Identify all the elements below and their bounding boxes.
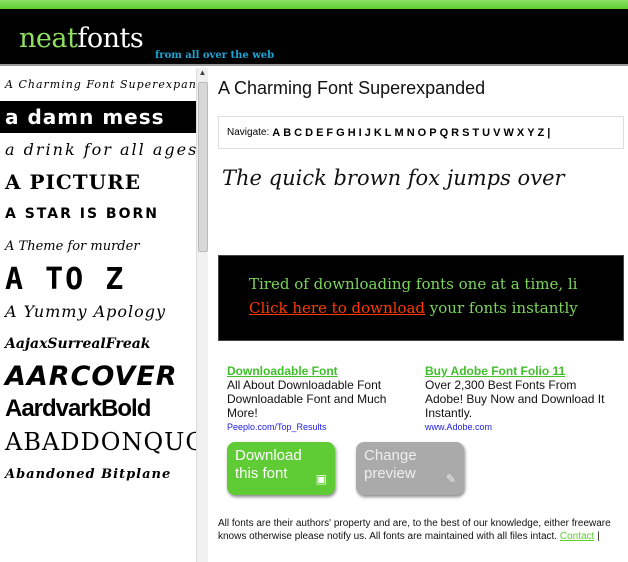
nav-letter-link[interactable]: W	[503, 127, 513, 139]
contact-link[interactable]: Contact	[560, 531, 594, 542]
footer: All fonts are their authors' property an…	[218, 518, 611, 542]
edit-icon: ✎	[445, 472, 456, 486]
ad-url[interactable]: www.Adobe.com	[425, 420, 617, 434]
ad-body: Over 2,300 Best Fonts From Adobe! Buy No…	[425, 378, 605, 420]
download-font-button[interactable]: Download this font ▣	[227, 442, 335, 495]
nav-letter-link[interactable]: D	[305, 127, 313, 139]
font-list-item[interactable]: A Charming Font Superexpanded	[0, 68, 196, 101]
font-list-item[interactable]: AardvarkBold	[0, 393, 196, 426]
ad-body: All About Downloadable Font Downloadable…	[227, 378, 387, 420]
ad-item: Buy Adobe Font Folio 11 Over 2,300 Best …	[425, 364, 623, 434]
scrollbar-thumb[interactable]	[198, 82, 208, 252]
font-list-item[interactable]: A TO Z	[0, 263, 196, 296]
nav-letter-link[interactable]: R	[451, 127, 459, 139]
nav-letter-link[interactable]: E	[316, 127, 323, 139]
promo-rest: your fonts instantly	[425, 299, 578, 317]
nav-letter-link[interactable]: T	[472, 127, 479, 139]
font-list: A Charming Font Superexpandeda damn mess…	[0, 68, 196, 562]
ad-title-link[interactable]: Buy Adobe Font Folio 11	[425, 364, 617, 378]
font-list-item[interactable]: ABADDONQUOT	[0, 426, 196, 459]
ads: Downloadable Font All About Downloadable…	[227, 364, 623, 434]
site-header: neatfonts from all over the web	[0, 9, 628, 66]
nav-letter-link[interactable]: L	[385, 127, 392, 139]
nav-letter-link[interactable]: |	[547, 127, 550, 139]
nav-letter-link[interactable]: Z	[538, 127, 545, 139]
nav-letter-link[interactable]: A	[272, 127, 280, 139]
navigate-label: Navigate:	[227, 127, 270, 138]
nav-letter-link[interactable]: I	[359, 127, 362, 139]
font-list-item[interactable]: a damn mess	[0, 100, 196, 133]
download-icon: ▣	[315, 472, 327, 486]
nav-letter-link[interactable]: B	[283, 127, 291, 139]
nav-letter-link[interactable]: Y	[527, 127, 534, 139]
nav-letter-link[interactable]: N	[407, 127, 415, 139]
nav-letter-link[interactable]: O	[418, 127, 427, 139]
promo-text: Tired of downloading fonts one at a time…	[249, 275, 578, 293]
font-list-item[interactable]: AARCOVER	[0, 361, 196, 394]
change-preview-button[interactable]: Change preview ✎	[356, 442, 464, 495]
nav-letter-link[interactable]: H	[348, 127, 356, 139]
nav-letter-link[interactable]: U	[482, 127, 490, 139]
font-list-item[interactable]: A Yummy Apology	[0, 296, 196, 329]
font-list-item[interactable]: a drink for all ages	[0, 133, 196, 166]
alphabet-navigation: Navigate: A B C D E F G H I J K L M N O P Q R S T U V W X Y Z |	[218, 116, 624, 149]
nav-letter-link[interactable]: G	[336, 127, 345, 139]
font-list-item[interactable]: A PICTURE	[0, 166, 196, 199]
nav-letter-link[interactable]: F	[326, 127, 333, 139]
logo[interactable]: neatfonts	[19, 23, 144, 54]
nav-letter-link[interactable]: P	[429, 127, 436, 139]
top-accent-bar	[0, 0, 628, 9]
page-title: A Charming Font Superexpanded	[218, 78, 486, 98]
ad-item: Downloadable Font All About Downloadable…	[227, 364, 425, 434]
font-preview: The quick brown fox jumps over	[222, 166, 565, 190]
nav-letter-link[interactable]: S	[462, 127, 469, 139]
font-list-item[interactable]: Abandoned Bitplane	[0, 458, 196, 491]
promo-banner: Tired of downloading fonts one at a time…	[218, 255, 624, 341]
font-list-item[interactable]: A Theme for murder	[0, 231, 196, 264]
tagline: from all over the web	[155, 50, 275, 61]
ad-url[interactable]: Peeplo.com/Top_Results	[227, 420, 419, 434]
main-content: A Charming Font Superexpanded Navigate: …	[218, 68, 624, 542]
nav-letter-link[interactable]: K	[374, 127, 382, 139]
font-list-scrollbar[interactable]: ▲	[196, 68, 208, 562]
ad-title-link[interactable]: Downloadable Font	[227, 364, 419, 378]
font-list-item[interactable]: AajaxSurrealFreak	[0, 328, 196, 361]
nav-letter-link[interactable]: X	[517, 127, 524, 139]
nav-letter-link[interactable]: V	[493, 127, 500, 139]
promo-download-link[interactable]: Click here to download	[249, 299, 425, 317]
scroll-up-icon[interactable]: ▲	[197, 68, 208, 80]
nav-letter-link[interactable]: M	[395, 127, 404, 139]
nav-letter-link[interactable]: J	[365, 127, 371, 139]
nav-letter-link[interactable]: C	[294, 127, 302, 139]
nav-letter-link[interactable]: Q	[440, 127, 449, 139]
font-list-item[interactable]: A STAR IS BORN	[0, 198, 196, 231]
